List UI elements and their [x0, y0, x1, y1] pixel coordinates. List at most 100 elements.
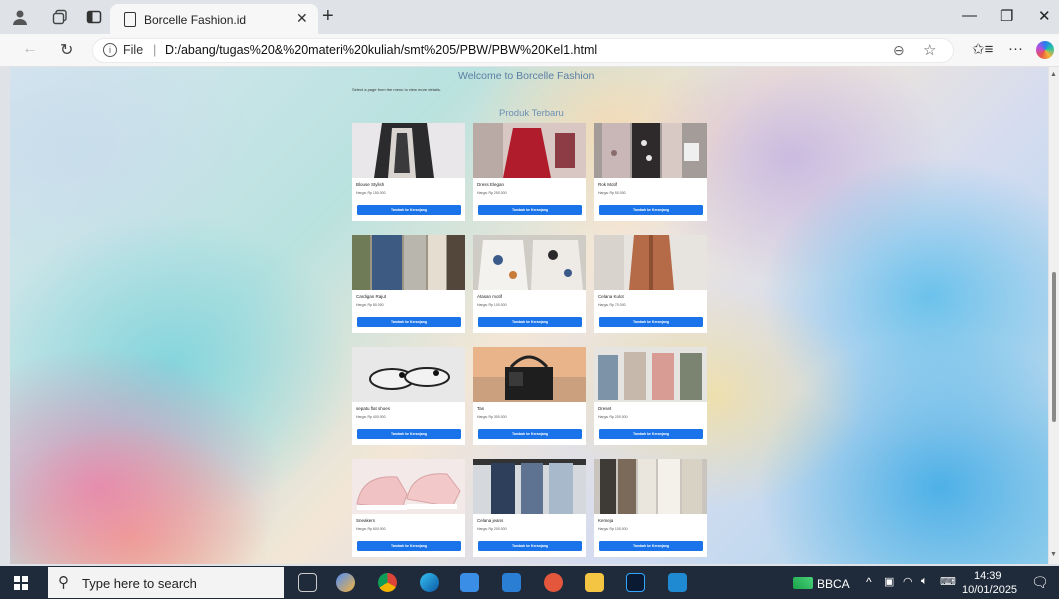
zoom-icon[interactable]: ⊖ [893, 42, 905, 59]
product-price: Harga: Rp 600.000 [356, 527, 386, 531]
page-scrollbar[interactable]: ▲ ▼ [1049, 67, 1059, 564]
profile-icon[interactable] [12, 9, 28, 25]
add-to-cart-button[interactable]: Tambah ke Keranjang [599, 429, 703, 439]
product-price: Harga: Rp 80.000 [356, 303, 384, 307]
add-to-cart-button[interactable]: Tambah ke Keranjang [599, 541, 703, 551]
vscode-icon[interactable] [668, 573, 687, 592]
store-icon[interactable] [460, 573, 479, 592]
restore-icon[interactable]: ❐ [1000, 7, 1013, 25]
product-card: Cardigan Rajut Harga: Rp 80.000 Tambah k… [352, 235, 465, 333]
product-price: Harga: Rp 150.000 [356, 191, 386, 195]
scroll-up-icon[interactable]: ▲ [1050, 71, 1057, 78]
info-icon[interactable]: i [103, 43, 117, 57]
chrome-icon[interactable] [378, 573, 397, 592]
add-to-cart-button[interactable]: Tambah ke Keranjang [478, 205, 582, 215]
tray-app-icon[interactable]: ▣ [884, 575, 894, 588]
app-icon[interactable] [544, 573, 563, 592]
product-name: Rok Motif [598, 182, 618, 187]
stock-ticker[interactable]: BBCA [817, 577, 850, 591]
product-image [473, 235, 586, 290]
product-price: Harga: Rp 100.000 [598, 527, 628, 531]
vertical-tabs-icon[interactable] [86, 9, 102, 25]
keyboard-icon[interactable]: ⌨︎ [940, 575, 956, 588]
file-explorer-icon[interactable] [585, 573, 604, 592]
address-bar[interactable]: i File | D:/abang/tugas%20&%20materi%20k… [92, 38, 954, 63]
add-to-cart-button[interactable]: Tambah ke Keranjang [478, 429, 582, 439]
widgets-icon[interactable] [336, 573, 355, 592]
stock-trend-icon[interactable] [793, 577, 813, 589]
add-to-cart-button[interactable]: Tambah ke Keranjang [357, 429, 461, 439]
clock-date[interactable]: 10/01/2025 [962, 584, 1017, 596]
edge-icon[interactable] [420, 573, 439, 592]
outlook-icon[interactable] [502, 573, 521, 592]
add-to-cart-button[interactable]: Tambah ke Keranjang [357, 541, 461, 551]
add-to-cart-button[interactable]: Tambah ke Keranjang [599, 205, 703, 215]
product-name: Blouse Stylish [356, 182, 385, 187]
tray-chevron-icon[interactable]: ^ [866, 575, 872, 589]
product-price: Harga: Rp 70.000 [598, 303, 626, 307]
product-card: Kemeja Harga: Rp 100.000 Tambah ke Keran… [594, 459, 707, 557]
product-card: Tas Harga: Rp 300.000 Tambah ke Keranjan… [473, 347, 586, 445]
product-price: Harga: Rp 400.000 [356, 415, 386, 419]
more-menu-icon[interactable]: ··· [1008, 40, 1023, 57]
product-name: Kemeja [598, 518, 614, 523]
product-card: Celana Kulot Harga: Rp 70.000 Tambah ke … [594, 235, 707, 333]
photoshop-icon[interactable] [626, 573, 645, 592]
scroll-thumb[interactable] [1052, 272, 1056, 422]
favorite-star-icon[interactable]: ☆ [923, 41, 936, 59]
product-price: Harga: Rp 200.000 [477, 527, 507, 531]
windows-taskbar: ⚲ Type here to search BBCA ^ ▣ ◠ 🔈︎ ⌨︎ 1… [0, 566, 1059, 599]
product-image [352, 459, 465, 514]
scroll-down-icon[interactable]: ▼ [1050, 551, 1057, 558]
product-image [473, 347, 586, 402]
page-viewport: Welcome to Borcelle Fashion Select a pag… [10, 67, 1048, 564]
minimize-icon[interactable]: — [962, 7, 977, 24]
workspaces-icon[interactable] [52, 9, 68, 25]
product-price: Harga: Rp 50.000 [598, 191, 626, 195]
network-icon[interactable]: ◠ [903, 575, 913, 588]
tab-title: Borcelle Fashion.id [144, 13, 247, 27]
product-card: Atasan motif Harga: Rp 100.000 Tambah ke… [473, 235, 586, 333]
active-tab[interactable]: Borcelle Fashion.id ✕ [110, 4, 318, 34]
product-price: Harga: Rp 200.000 [598, 415, 628, 419]
add-to-cart-button[interactable]: Tambah ke Keranjang [478, 541, 582, 551]
product-name: Atasan motif [477, 294, 503, 299]
product-name: Cardigan Rajut [356, 294, 387, 299]
new-tab-icon[interactable]: + [322, 5, 334, 28]
search-placeholder: Type here to search [82, 576, 197, 591]
close-tab-icon[interactable]: ✕ [296, 10, 308, 27]
add-to-cart-button[interactable]: Tambah ke Keranjang [599, 317, 703, 327]
product-image [352, 123, 465, 178]
notifications-icon[interactable]: 🗨︎ [1031, 574, 1049, 591]
taskbar-search[interactable]: ⚲ Type here to search [48, 567, 284, 598]
volume-icon[interactable]: 🔈︎ [921, 575, 928, 588]
back-icon[interactable]: ← [22, 40, 38, 58]
product-name: Celana jeans [477, 518, 504, 523]
product-name: Sneakers [356, 518, 376, 523]
favorites-icon[interactable]: ✩≡ [972, 40, 993, 58]
task-view-icon[interactable] [298, 573, 317, 592]
product-image [473, 123, 586, 178]
product-name: Tas [477, 406, 485, 411]
add-to-cart-button[interactable]: Tambah ke Keranjang [357, 317, 461, 327]
refresh-icon[interactable]: ↻ [60, 40, 73, 60]
add-to-cart-button[interactable]: Tambah ke Keranjang [478, 317, 582, 327]
product-name: Dreset [598, 406, 612, 411]
clock-time[interactable]: 14:39 [974, 570, 1002, 582]
copilot-icon[interactable] [1036, 41, 1054, 59]
document-icon [124, 12, 136, 27]
windows-start-icon[interactable] [14, 576, 28, 590]
product-card: Dreset Harga: Rp 200.000 Tambah ke Keran… [594, 347, 707, 445]
product-price: Harga: Rp 300.000 [477, 415, 507, 419]
product-card: Rok Motif Harga: Rp 50.000 Tambah ke Ker… [594, 123, 707, 221]
close-window-icon[interactable]: ✕ [1038, 7, 1051, 25]
product-name: Dress Elegan [477, 182, 505, 187]
product-image [594, 123, 707, 178]
address-url[interactable]: D:/abang/tugas%20&%20materi%20kuliah/smt… [165, 43, 597, 57]
product-price: Harga: Rp 250.000 [477, 191, 507, 195]
browser-toolbar: ← ↻ i File | D:/abang/tugas%20&%20materi… [0, 34, 1059, 67]
product-price: Harga: Rp 100.000 [477, 303, 507, 307]
welcome-heading: Welcome to Borcelle Fashion [458, 70, 595, 82]
product-image [594, 459, 707, 514]
add-to-cart-button[interactable]: Tambah ke Keranjang [357, 205, 461, 215]
